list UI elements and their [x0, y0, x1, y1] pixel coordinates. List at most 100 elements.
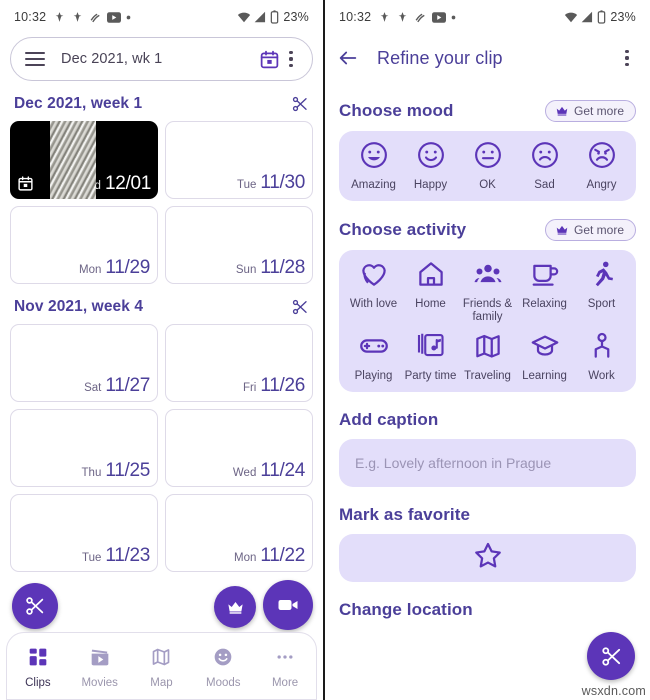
scissors-icon[interactable] — [291, 95, 309, 113]
day-card-label: Wed 11/24 — [233, 460, 305, 482]
nav-label: Moods — [206, 677, 241, 689]
nav-item-clips[interactable]: Clips — [9, 647, 67, 689]
wifi-icon — [564, 11, 578, 23]
hamburger-menu-icon[interactable] — [25, 52, 45, 66]
day-of-week: Fri — [242, 382, 257, 394]
status-bar-time: 10:32 — [14, 10, 47, 24]
activity-option-home[interactable]: Home — [403, 259, 459, 324]
activity-label: Traveling — [464, 369, 511, 382]
nav-item-map[interactable]: Map — [132, 647, 190, 689]
record-video-fab[interactable] — [263, 580, 313, 630]
get-more-label: Get more — [573, 104, 624, 118]
mood-label: Angry — [586, 179, 617, 191]
day-of-week: Wed — [232, 467, 257, 479]
get-more-activities-button[interactable]: Get more — [544, 219, 636, 242]
star-outline-icon — [473, 540, 503, 575]
section-title: Add caption — [339, 409, 439, 429]
cut-clip-fab[interactable] — [12, 583, 58, 629]
week-title: Nov 2021, week 4 — [14, 298, 144, 315]
day-of-week: Sat — [84, 382, 102, 394]
arrow-back-icon[interactable] — [337, 47, 359, 69]
bottom-navigation-bar: Clips Movies Map Moods More — [6, 632, 317, 700]
face-smile-icon — [416, 140, 446, 175]
battery-icon — [597, 10, 606, 24]
cut-clip-fab[interactable] — [587, 632, 635, 680]
kebab-menu-icon[interactable] — [280, 46, 302, 72]
smiley-icon — [213, 647, 233, 672]
day-card[interactable]: Mon 11/22 — [165, 494, 313, 572]
day-card[interactable]: Tue 11/23 — [10, 494, 158, 572]
kebab-menu-icon[interactable] — [616, 45, 638, 71]
nav-label: Movies — [81, 677, 118, 689]
refine-clip-panel: Choose mood Get more Amazing Happy OK Sa… — [325, 100, 650, 620]
search-bar-title: Dec 2021, wk 1 — [61, 51, 163, 67]
day-card[interactable]: Wed 12/01 — [10, 121, 158, 199]
dual-screen-comparison: 10:32 23% Dec 2021, wk 1 Dec 2021, week … — [0, 0, 650, 700]
activity-option-learning[interactable]: Learning — [517, 331, 573, 383]
day-card[interactable]: Tue 11/30 — [165, 121, 313, 199]
activity-option-sport[interactable]: Sport — [574, 259, 630, 324]
activity-label: Relaxing — [522, 298, 567, 311]
signal-icon — [254, 11, 267, 23]
mood-option-happy[interactable]: Happy — [403, 140, 459, 192]
left-phone-screen: 10:32 23% Dec 2021, wk 1 Dec 2021, week … — [0, 0, 325, 700]
music-note-icon — [416, 331, 446, 366]
graduation-cap-icon — [530, 331, 560, 366]
person-walking-icon — [378, 10, 391, 24]
activity-option-with-love[interactable]: With love — [346, 259, 402, 324]
coffee-cup-icon — [530, 259, 560, 294]
caption-placeholder: E.g. Lovely afternoon in Prague — [355, 454, 552, 471]
choose-mood-header: Choose mood Get more — [339, 100, 636, 122]
activity-option-friends-family[interactable]: Friends & family — [460, 259, 516, 324]
day-date: 11/30 — [260, 172, 305, 193]
mood-label: Happy — [413, 179, 448, 191]
activity-icon — [89, 11, 102, 24]
status-bar-system-icons: 23% — [564, 10, 636, 24]
app-search-bar[interactable]: Dec 2021, wk 1 — [10, 37, 313, 81]
activity-option-work[interactable]: Work — [574, 331, 630, 383]
mood-option-ok[interactable]: OK — [460, 140, 516, 192]
day-card[interactable]: Sun 11/28 — [165, 206, 313, 284]
week-title: Dec 2021, week 1 — [14, 95, 143, 112]
caption-input[interactable]: E.g. Lovely afternoon in Prague — [339, 438, 636, 487]
day-date: 11/22 — [260, 545, 305, 566]
favorite-toggle[interactable] — [339, 533, 636, 582]
face-frown-icon — [530, 140, 560, 175]
activity-option-traveling[interactable]: Traveling — [460, 331, 516, 383]
premium-fab[interactable] — [214, 586, 256, 628]
day-card-label: Thu 11/25 — [81, 460, 151, 482]
nav-item-movies[interactable]: Movies — [71, 647, 129, 689]
day-card[interactable]: Wed 11/24 — [165, 409, 313, 487]
day-of-week: Thu — [81, 467, 102, 479]
activity-option-relaxing[interactable]: Relaxing — [517, 259, 573, 324]
day-card[interactable]: Mon 11/29 — [10, 206, 158, 284]
folded-map-icon — [473, 331, 503, 366]
nav-item-more[interactable]: More — [256, 647, 314, 689]
scissors-icon[interactable] — [291, 298, 309, 316]
mood-option-angry[interactable]: Angry — [574, 140, 630, 192]
get-more-moods-button[interactable]: Get more — [544, 100, 636, 122]
day-grid-week-4: Sat 11/27 Fri 11/26 Thu 11/25 Wed 11/24 … — [0, 324, 323, 572]
nav-item-moods[interactable]: Moods — [194, 647, 252, 689]
calendar-icon[interactable] — [259, 49, 280, 70]
nav-label: Map — [150, 677, 173, 689]
day-card[interactable]: Sat 11/27 — [10, 324, 158, 402]
day-of-week: Tue — [81, 552, 102, 564]
activity-option-party-time[interactable]: Party time — [403, 331, 459, 383]
day-card-label: Tue 11/23 — [82, 545, 150, 567]
activity-label: Sport — [587, 298, 616, 311]
get-more-label: Get more — [573, 223, 624, 238]
activity-label: Home — [415, 298, 446, 311]
day-card[interactable]: Thu 11/25 — [10, 409, 158, 487]
worker-person-icon — [587, 331, 617, 366]
mood-option-amazing[interactable]: Amazing — [346, 140, 402, 192]
day-card[interactable]: Fri 11/26 — [165, 324, 313, 402]
status-bar-system-icons: 23% — [237, 10, 309, 24]
dot-icon — [126, 15, 131, 20]
activity-option-playing[interactable]: Playing — [346, 331, 402, 383]
day-card-label: Sat 11/27 — [84, 375, 150, 397]
status-bar-right: 10:32 23% — [325, 0, 650, 34]
face-grin-icon — [359, 140, 389, 175]
mood-option-sad[interactable]: Sad — [517, 140, 573, 192]
day-date: 11/25 — [105, 460, 150, 481]
